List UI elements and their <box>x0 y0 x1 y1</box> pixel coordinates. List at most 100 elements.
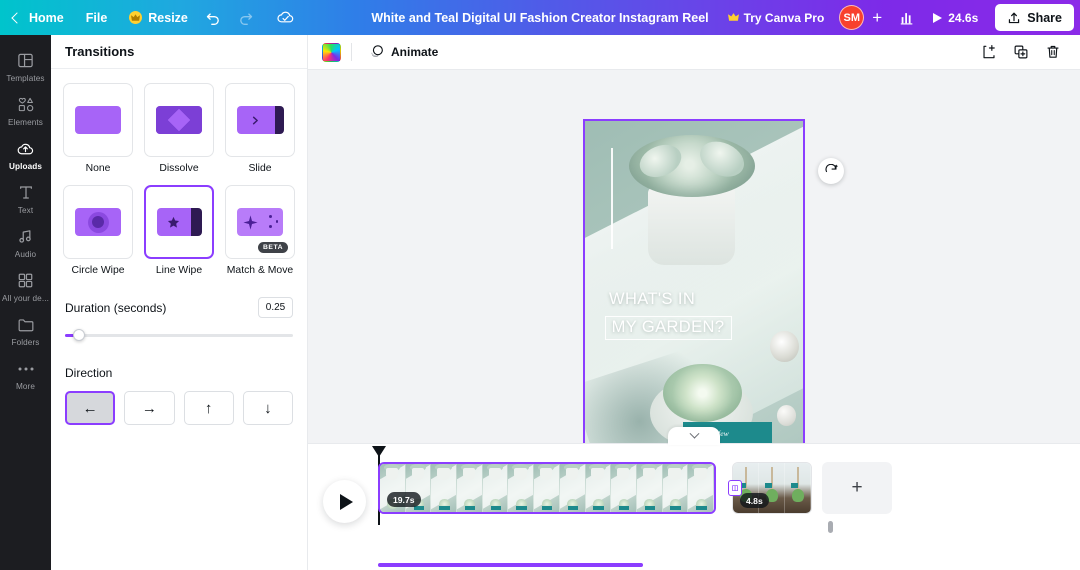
home-button[interactable]: Home <box>4 5 73 31</box>
templates-icon <box>17 51 34 70</box>
timeline-collapse-button[interactable] <box>668 427 720 445</box>
cloud-save-status-button[interactable] <box>271 3 301 33</box>
circle-wipe-thumb-icon <box>75 208 121 236</box>
add-page-tile[interactable]: + <box>822 462 892 514</box>
try-canva-pro-button[interactable]: Try Canva Pro <box>719 5 834 31</box>
redo-button[interactable] <box>231 3 261 33</box>
resize-button[interactable]: Resize <box>120 5 197 31</box>
sidebar-item-audio[interactable]: Audio <box>0 220 51 264</box>
duration-slider[interactable] <box>65 328 293 342</box>
transitions-panel: Transitions None Dissolve <box>51 35 308 570</box>
file-menu-button[interactable]: File <box>77 5 117 31</box>
more-dots-icon <box>17 359 35 378</box>
clip-frame <box>637 464 663 512</box>
elements-icon <box>17 95 35 114</box>
sidebar-item-uploads[interactable]: Uploads <box>0 132 51 176</box>
sidebar-item-folders[interactable]: Folders <box>0 308 51 352</box>
audio-note-icon <box>17 227 34 246</box>
transition-label: Line Wipe <box>144 265 214 276</box>
home-label: Home <box>29 11 64 25</box>
transition-thumb: BETA <box>225 185 295 259</box>
direction-group: ← → ↑ ↓ <box>65 391 293 425</box>
slide-thumb-icon <box>237 106 284 134</box>
page-title: Transitions <box>65 44 134 59</box>
direction-right-button[interactable]: → <box>124 391 174 425</box>
slider-track <box>65 334 293 337</box>
transition-option-circle-wipe[interactable]: Circle Wipe <box>63 185 133 276</box>
invite-members-button[interactable]: + <box>866 9 888 26</box>
transition-label: Dissolve <box>144 163 214 174</box>
decor-vertical-line <box>611 148 613 249</box>
add-page-button[interactable] <box>976 39 1002 65</box>
animate-button[interactable]: Animate <box>362 39 445 65</box>
transition-option-match-and-move[interactable]: BETA Match & Move <box>225 185 295 276</box>
transition-label: Slide <box>225 163 295 174</box>
match-move-thumb-icon <box>237 208 283 236</box>
duration-label: 24.6s <box>948 11 978 25</box>
arrow-left-icon: ← <box>83 400 98 417</box>
duration-row: Duration (seconds) <box>65 297 293 318</box>
design-stage: WHAT'S IN MY GARDEN? Here's a few of my … <box>308 70 1080 478</box>
timeline-progress-bar[interactable] <box>378 563 643 567</box>
timeline-scrollbar-thumb[interactable] <box>828 521 833 533</box>
pebble <box>770 331 798 362</box>
clip-frame <box>560 464 586 512</box>
direction-up-button[interactable]: ↑ <box>184 391 234 425</box>
delete-button[interactable] <box>1040 39 1066 65</box>
succulent-top <box>629 135 755 197</box>
sidebar-item-label: Folders <box>11 338 39 347</box>
sidebar-item-text[interactable]: Text <box>0 176 51 220</box>
clip-frame <box>431 464 457 512</box>
timeline-clips: 19.7s 4.8s <box>378 462 812 514</box>
transition-option-none[interactable]: None <box>63 83 133 174</box>
preview-play-button[interactable]: 24.6s <box>924 5 987 31</box>
design-title-line2[interactable]: MY GARDEN? <box>605 316 733 340</box>
duplicate-button[interactable] <box>1008 39 1034 65</box>
undo-icon <box>205 9 222 26</box>
line-wipe-thumb-icon <box>157 208 202 236</box>
rotate-animate-button[interactable] <box>818 158 844 184</box>
transition-option-dissolve[interactable]: Dissolve <box>144 83 214 174</box>
duration-input[interactable] <box>258 297 293 318</box>
direction-down-button[interactable]: ↓ <box>243 391 293 425</box>
beta-badge: BETA <box>258 242 288 253</box>
pot-top <box>648 187 735 265</box>
undo-button[interactable] <box>199 3 229 33</box>
clip-frame <box>534 464 560 512</box>
share-label: Share <box>1027 11 1062 25</box>
timeline-play-button[interactable] <box>323 480 366 523</box>
text-icon <box>18 183 34 202</box>
sidebar-item-elements[interactable]: Elements <box>0 88 51 132</box>
trash-icon <box>1045 44 1061 60</box>
transition-option-line-wipe[interactable]: Line Wipe <box>144 185 214 276</box>
arrow-down-icon: ↓ <box>264 400 272 417</box>
avatar[interactable]: SM <box>839 5 864 30</box>
share-button[interactable]: Share <box>995 4 1074 31</box>
rotate-animate-icon <box>824 164 839 179</box>
upload-icon <box>1007 11 1021 25</box>
clip-frame <box>457 464 483 512</box>
sidebar-item-label: Templates <box>6 74 44 83</box>
slider-handle[interactable] <box>73 329 85 341</box>
sidebar-item-all-your-designs[interactable]: All your de... <box>0 264 51 308</box>
clip-frame <box>611 464 637 512</box>
transition-thumb <box>63 185 133 259</box>
timeline-clip-1[interactable]: 19.7s <box>378 462 716 514</box>
canvas-toolbar-right <box>976 39 1066 65</box>
transition-marker-button[interactable]: ◫ <box>728 480 742 496</box>
duplicate-icon <box>1013 44 1029 60</box>
chevron-left-icon <box>11 12 22 23</box>
timeline-clip-2[interactable]: 4.8s <box>732 462 812 514</box>
transition-thumb <box>225 83 295 157</box>
play-icon <box>933 13 942 23</box>
panel-header: Transitions <box>51 35 307 69</box>
insights-button[interactable] <box>892 3 922 33</box>
color-picker-swatch[interactable] <box>322 43 341 62</box>
sidebar-item-templates[interactable]: Templates <box>0 44 51 88</box>
transition-option-slide[interactable]: Slide <box>225 83 295 174</box>
transition-thumb <box>63 83 133 157</box>
direction-left-button[interactable]: ← <box>65 391 115 425</box>
design-title-line1[interactable]: WHAT'S IN <box>609 290 695 309</box>
sidebar-item-more[interactable]: More <box>0 352 51 396</box>
all-designs-icon <box>17 271 34 290</box>
